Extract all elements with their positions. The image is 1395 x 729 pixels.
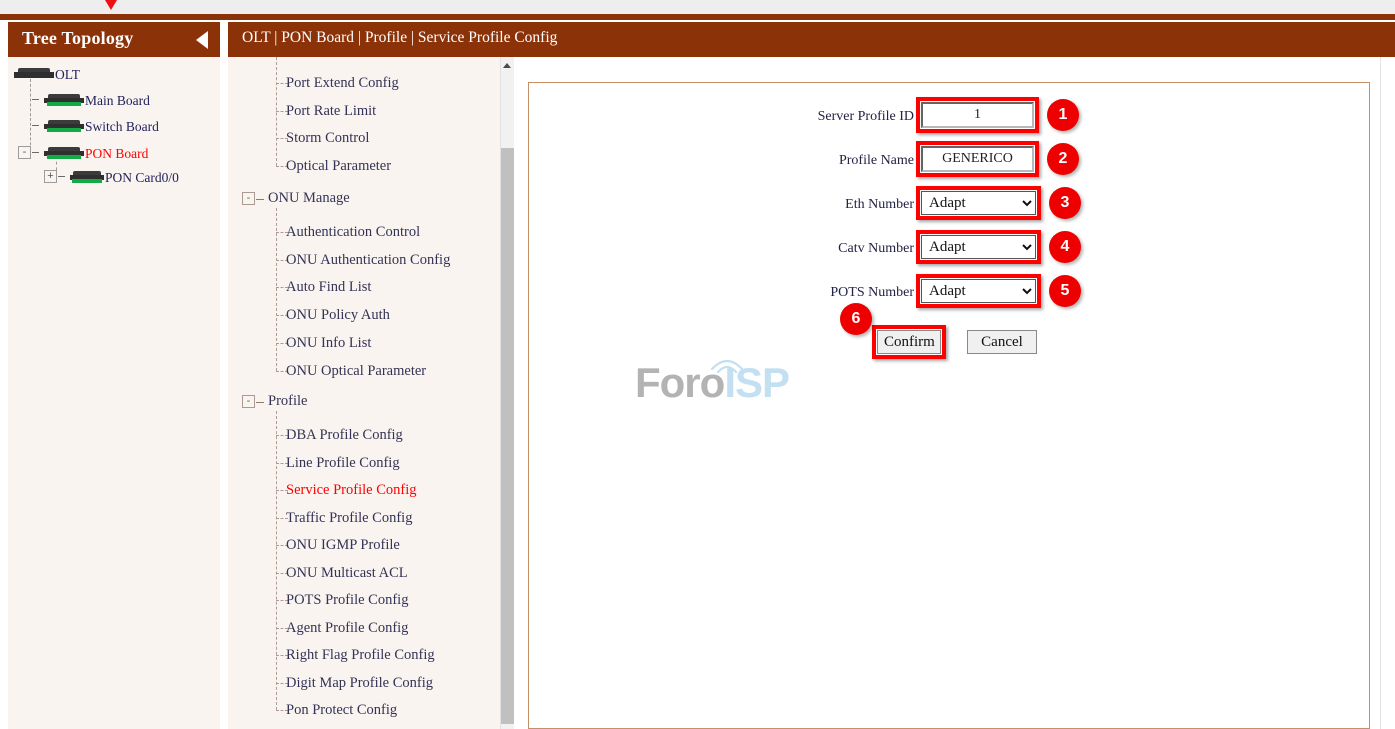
right-divider — [1380, 57, 1381, 729]
annotation-badge-6: 6 — [840, 303, 872, 335]
menu-item-onu-multicast-acl[interactable]: ONU Multicast ACL — [286, 565, 408, 582]
top-strip — [0, 0, 1395, 14]
menu-item-onu-igmp-profile[interactable]: ONU IGMP Profile — [286, 537, 400, 554]
tree-node-label: PON Board — [85, 145, 149, 161]
menu-connector — [256, 402, 264, 403]
tree-node-switch-board[interactable]: Switch Board — [44, 118, 159, 135]
menu-toggle-onu-manage[interactable]: - — [242, 192, 255, 205]
menu-toggle-profile[interactable]: - — [242, 395, 255, 408]
annotation-badge-5: 5 — [1049, 275, 1081, 307]
tree-toggle-pon-board[interactable]: - — [18, 146, 31, 159]
tree-connector — [32, 152, 39, 153]
menu-connector — [276, 411, 277, 710]
menu-item-authentication-control[interactable]: Authentication Control — [286, 224, 420, 241]
top-accent-bar — [0, 14, 1395, 20]
menu-item-storm-control[interactable]: Storm Control — [286, 130, 369, 147]
tree-node-label: PON Card0/0 — [105, 169, 179, 185]
field-label-profile-name: Profile Name — [838, 153, 914, 168]
menu-item-port-rate-limit[interactable]: Port Rate Limit — [286, 103, 376, 120]
tree-topology-header: Tree Topology — [8, 22, 220, 57]
menu-item-dba-profile-config[interactable]: DBA Profile Config — [286, 427, 403, 444]
menu-connector — [256, 199, 264, 200]
wifi-arc-icon — [710, 359, 744, 373]
field-label-eth-number: Eth Number — [845, 197, 914, 212]
breadcrumb: OLT | PON Board | Profile | Service Prof… — [242, 29, 558, 46]
menu-item-optical-parameter[interactable]: Optical Parameter — [286, 158, 391, 175]
menu-item-onu-policy-auth[interactable]: ONU Policy Auth — [286, 307, 390, 324]
menu-item-onu-info-list[interactable]: ONU Info List — [286, 335, 371, 352]
menu-item-pots-profile-config[interactable]: POTS Profile Config — [286, 592, 408, 609]
input-profile-name[interactable] — [921, 146, 1034, 172]
menu-item-service-profile-config[interactable]: Service Profile Config — [286, 482, 416, 499]
tree-node-label: Main Board — [85, 92, 150, 108]
cancel-button[interactable]: Cancel — [967, 330, 1037, 354]
tree-connector — [32, 99, 39, 100]
menu-item-onu-authentication-config[interactable]: ONU Authentication Config — [286, 252, 450, 269]
tree-node-label: Switch Board — [85, 118, 159, 134]
select-pots-number[interactable]: Adapt — [921, 279, 1036, 303]
content-area: ForoISP Server Profile ID:1Profile Name:… — [514, 57, 1395, 729]
select-eth-number[interactable]: Adapt — [921, 191, 1036, 215]
triangle-left-icon[interactable] — [196, 31, 208, 49]
menu-item-traffic-profile-config[interactable]: Traffic Profile Config — [286, 510, 412, 527]
menu-item-right-flag-profile-config[interactable]: Right Flag Profile Config — [286, 647, 435, 664]
tree-topology-title: Tree Topology — [22, 28, 134, 48]
field-label-pots-number: POTS Number — [830, 285, 914, 300]
tree-toggle-pon-card0-0[interactable]: + — [44, 170, 57, 183]
tree-node-label: OLT — [55, 66, 81, 82]
menu-scrollbar-thumb[interactable] — [501, 148, 514, 724]
menu-item-pon-protect-config[interactable]: Pon Protect Config — [286, 702, 397, 719]
annotation-badge-4: 4 — [1049, 231, 1081, 263]
select-catv-number[interactable]: Adapt — [921, 235, 1036, 259]
tree-node-pon-card0-0[interactable]: PON Card0/0 — [70, 169, 179, 186]
nav-menu: Port Extend Config Port Rate Limit Storm C… — [228, 57, 513, 729]
arrow-up-icon[interactable] — [501, 58, 513, 72]
field-label-server-profile-id: Server Profile ID — [817, 109, 914, 124]
menu-item-port-extend-config[interactable]: Port Extend Config — [286, 75, 399, 92]
device-icon — [44, 94, 84, 107]
device-icon — [70, 171, 104, 184]
menu-item-onu-manage[interactable]: ONU Manage — [268, 190, 350, 207]
tree-node-main-board[interactable]: Main Board — [44, 92, 150, 109]
annotation-badge-3: 3 — [1049, 187, 1081, 219]
device-icon — [44, 147, 84, 160]
confirm-button[interactable]: Confirm — [877, 330, 941, 354]
field-label-catv-number: Catv Number — [838, 241, 914, 256]
tree-node-pon-board[interactable]: PON Board — [44, 145, 148, 162]
menu-item-line-profile-config[interactable]: Line Profile Config — [286, 455, 400, 472]
menu-item-auto-find-list[interactable]: Auto Find List — [286, 279, 371, 296]
tree-connector — [58, 176, 65, 177]
menu-item-agent-profile-config[interactable]: Agent Profile Config — [286, 620, 408, 637]
menu-item-digit-map-profile-config[interactable]: Digit Map Profile Config — [286, 675, 433, 692]
menu-item-profile[interactable]: Profile — [268, 393, 307, 410]
tree-topology-body: OLT Main Board Switch Board - PON Board + PON … — [8, 57, 220, 729]
annotation-badge-2: 2 — [1047, 143, 1079, 175]
annotation-badge-1: 1 — [1047, 99, 1079, 131]
menu-item-onu-optical-parameter[interactable]: ONU Optical Parameter — [286, 363, 426, 380]
tree-node-olt[interactable]: OLT — [14, 66, 80, 83]
tree-connector — [30, 79, 31, 155]
device-flat-icon — [14, 68, 54, 81]
tree-connector — [32, 125, 39, 126]
device-icon — [44, 120, 84, 133]
service-profile-panel: ForoISP Server Profile ID:1Profile Name:… — [528, 82, 1370, 729]
main-header-bar: OLT | PON Board | Profile | Service Prof… — [228, 22, 1395, 57]
input-server-profile-id[interactable] — [921, 102, 1034, 128]
red-down-triangle-icon — [99, 0, 123, 10]
